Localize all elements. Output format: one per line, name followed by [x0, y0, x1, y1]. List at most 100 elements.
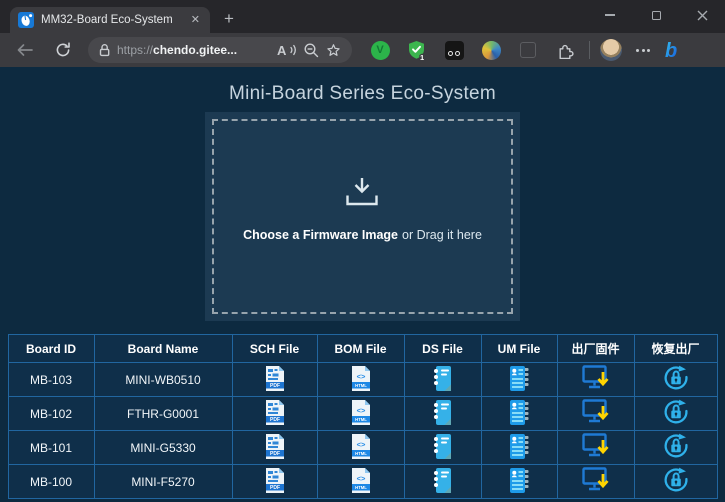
bom-html-file-icon[interactable]: <> HTML: [350, 399, 372, 426]
ds-notebook-icon[interactable]: [432, 467, 454, 494]
profile-avatar[interactable]: [600, 39, 622, 61]
ds-notebook-icon[interactable]: [432, 433, 454, 460]
choose-firmware-label[interactable]: Choose a Firmware Image: [243, 228, 398, 242]
svg-text:PDF: PDF: [270, 485, 280, 491]
site-favicon-icon: [18, 12, 34, 28]
table-header-row: Board ID Board Name SCH File BOM File DS…: [8, 335, 717, 363]
table-row: MB-101 MINI-G5330 PDF <> HTML: [8, 431, 717, 465]
sch-pdf-file-icon[interactable]: PDF: [264, 433, 286, 460]
extensions-area: V 1: [370, 40, 575, 60]
shield-check-icon: 1: [407, 40, 427, 61]
header-factory-firmware: 出厂固件: [557, 335, 634, 363]
cell-board-id: MB-101: [8, 431, 94, 465]
cell-board-id: MB-103: [8, 363, 94, 397]
browser-window: MM32-Board Eco-System ✕ +: [0, 0, 725, 502]
factory-reset-lock-icon[interactable]: [663, 467, 689, 493]
dropzone-label: Choose a Firmware Imageor Drag it here: [243, 228, 482, 242]
svg-text:PDF: PDF: [270, 451, 280, 457]
url-text: https://chendo.gitee...: [117, 43, 270, 57]
factory-reset-lock-icon[interactable]: [663, 433, 689, 459]
tab-title: MM32-Board Eco-System: [41, 14, 182, 26]
factory-reset-lock-icon[interactable]: [663, 365, 689, 391]
extensions-puzzle-icon[interactable]: [555, 40, 575, 60]
ds-notebook-icon[interactable]: [432, 365, 454, 392]
browser-tab[interactable]: MM32-Board Eco-System ✕: [10, 7, 210, 33]
boards-table: Board ID Board Name SCH File BOM File DS…: [8, 334, 718, 499]
colorful-ball-extension-icon[interactable]: [481, 40, 501, 60]
green-circle-extension-icon[interactable]: V: [370, 40, 390, 60]
extension-badge: 1: [420, 53, 424, 61]
shield-check-extension-icon[interactable]: 1: [407, 40, 427, 60]
bom-html-file-icon[interactable]: <> HTML: [350, 365, 372, 392]
url-scheme: https://: [117, 43, 153, 57]
table-row: MB-102 FTHR-G0001 PDF <> HTML: [8, 397, 717, 431]
factory-firmware-download-icon[interactable]: [582, 365, 610, 391]
web-page: Mini-Board Series Eco-System Choose a Fi…: [0, 67, 725, 502]
bom-html-file-icon[interactable]: <> HTML: [350, 467, 372, 494]
favorites-star-icon[interactable]: [326, 43, 341, 57]
header-sch-file: SCH File: [232, 335, 317, 363]
minimize-button[interactable]: [587, 0, 633, 30]
close-button[interactable]: [679, 0, 725, 30]
header-board-id: Board ID: [8, 335, 94, 363]
back-icon: [16, 43, 34, 57]
sch-pdf-file-icon[interactable]: PDF: [264, 365, 286, 392]
tab-bar: MM32-Board Eco-System ✕ +: [0, 0, 725, 33]
tab-close-icon[interactable]: ✕: [189, 13, 202, 28]
um-addressbook-icon[interactable]: [508, 433, 530, 460]
new-tab-button[interactable]: +: [224, 10, 234, 27]
bom-html-file-icon[interactable]: <> HTML: [350, 433, 372, 460]
maximize-button[interactable]: [633, 0, 679, 30]
sch-pdf-file-icon[interactable]: PDF: [264, 467, 286, 494]
settings-menu-button[interactable]: [636, 49, 650, 52]
close-icon: [697, 10, 708, 21]
address-bar[interactable]: https://chendo.gitee... A: [88, 37, 352, 63]
header-um-file: UM File: [481, 335, 557, 363]
zoom-out-icon[interactable]: [304, 43, 319, 58]
svg-text:PDF: PDF: [270, 417, 280, 423]
factory-firmware-download-icon[interactable]: [582, 399, 610, 425]
svg-text:HTML: HTML: [355, 417, 367, 422]
disabled-extension-icon[interactable]: [518, 40, 538, 60]
copilot-icon[interactable]: b: [660, 38, 684, 62]
cell-board-name: MINI-WB0510: [94, 363, 232, 397]
svg-text:<>: <>: [356, 406, 365, 415]
back-button[interactable]: [12, 37, 38, 63]
factory-reset-lock-icon[interactable]: [663, 399, 689, 425]
minimize-icon: [605, 14, 615, 16]
firmware-dropzone[interactable]: Choose a Firmware Imageor Drag it here: [212, 119, 513, 314]
page-title: Mini-Board Series Eco-System: [229, 83, 496, 105]
um-addressbook-icon[interactable]: [508, 365, 530, 392]
dark-goggles-extension-icon[interactable]: [444, 40, 464, 60]
download-tray-icon: [342, 175, 382, 208]
svg-text:PDF: PDF: [270, 383, 280, 389]
refresh-button[interactable]: [50, 37, 76, 63]
cell-board-name: FTHR-G0001: [94, 397, 232, 431]
svg-text:b: b: [665, 40, 677, 62]
cell-board-name: MINI-G5330: [94, 431, 232, 465]
cell-board-id: MB-102: [8, 397, 94, 431]
um-addressbook-icon[interactable]: [508, 399, 530, 426]
header-board-name: Board Name: [94, 335, 232, 363]
svg-text:HTML: HTML: [355, 485, 367, 490]
factory-firmware-download-icon[interactable]: [582, 433, 610, 459]
lock-icon: [99, 43, 110, 57]
ds-notebook-icon[interactable]: [432, 399, 454, 426]
sch-pdf-file-icon[interactable]: PDF: [264, 399, 286, 426]
header-factory-reset: 恢复出厂: [634, 335, 717, 363]
browser-toolbar: https://chendo.gitee... A V: [0, 33, 725, 67]
svg-text:<>: <>: [356, 372, 365, 381]
svg-text:HTML: HTML: [355, 451, 367, 456]
um-addressbook-icon[interactable]: [508, 467, 530, 494]
header-bom-file: BOM File: [317, 335, 404, 363]
read-aloud-icon[interactable]: A: [277, 43, 297, 57]
svg-text:A: A: [277, 43, 287, 57]
toolbar-divider: [589, 41, 590, 59]
header-ds-file: DS File: [404, 335, 481, 363]
svg-text:<>: <>: [356, 440, 365, 449]
svg-text:HTML: HTML: [355, 383, 367, 388]
maximize-icon: [652, 11, 661, 20]
factory-firmware-download-icon[interactable]: [582, 467, 610, 493]
table-row: MB-100 MINI-F5270 PDF <> HTML: [8, 465, 717, 499]
refresh-icon: [55, 42, 71, 58]
